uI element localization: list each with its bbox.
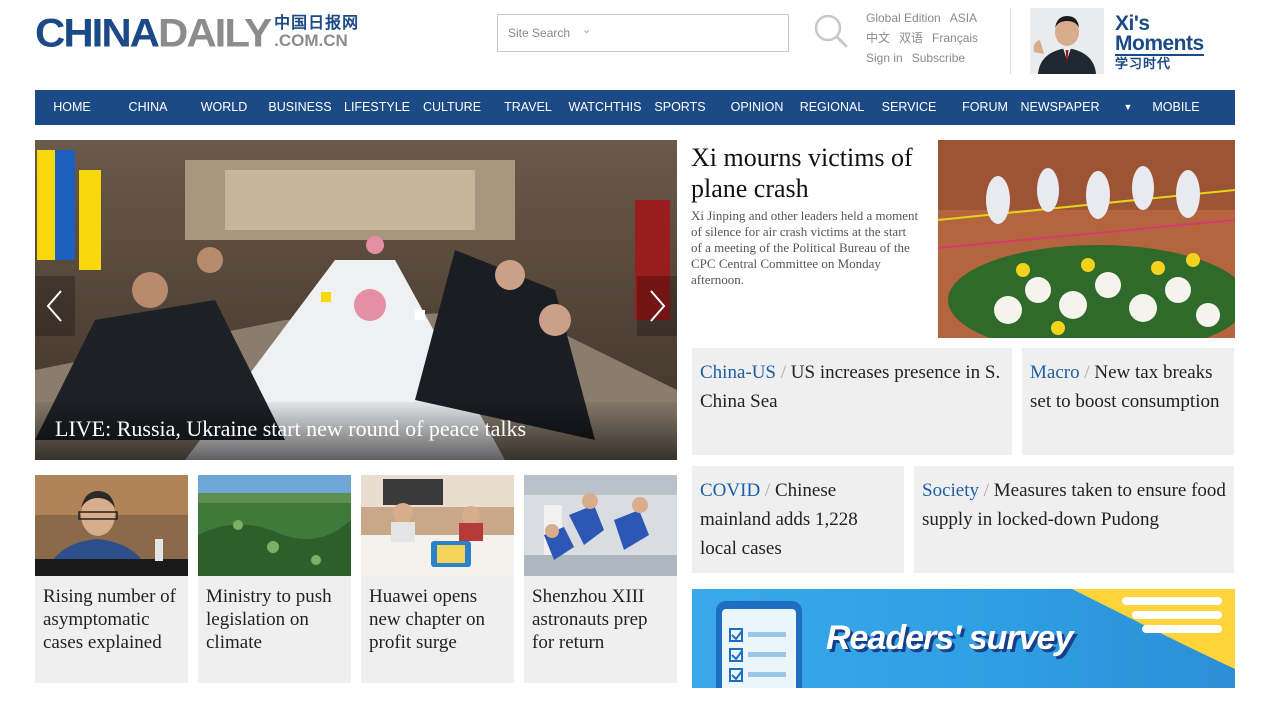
caret-down-icon[interactable]: ▼ [1118,90,1138,125]
chevron-right-icon[interactable] [637,276,677,336]
nav-mobile[interactable]: MOBILE [1147,90,1205,125]
card-image [524,475,677,576]
edition-row-2: 中文 双语 Français [866,28,987,48]
chinese-link[interactable]: 中文 [866,31,890,45]
xi-moments-link[interactable]: Xi's Moments 学习时代 [1115,12,1204,74]
card-title[interactable]: Shenzhou XIII astronauts prep for return [524,576,677,654]
site-logo[interactable]: CHINADAILY 中国日报网 .COM.CN [35,12,359,54]
news-box-covid[interactable]: COVID / Chinese mainland adds 1,228 loca… [692,466,904,573]
news-box-macro[interactable]: Macro / New tax breaks set to boost cons… [1022,348,1234,455]
box-separator: / [764,480,771,501]
top-story-image[interactable] [938,140,1235,338]
nav-forum[interactable]: FORUM [957,90,1013,125]
box-category[interactable]: China-US [700,362,776,383]
nav-lifestyle[interactable]: LIFESTYLE [342,90,412,125]
nav-sports[interactable]: SPORTS [650,90,710,125]
nav-business[interactable]: BUSINESS [267,90,333,125]
chevron-left-icon[interactable] [35,276,75,336]
asia-link[interactable]: ASIA [950,11,977,25]
news-card-shenzhou[interactable]: Shenzhou XIII astronauts prep for return [524,475,677,683]
card-title[interactable]: Rising number of asymptomatic cases expl… [35,576,188,654]
sign-in-link[interactable]: Sign in [866,51,903,65]
box-category[interactable]: Macro [1030,362,1080,383]
edition-row-1: Global Edition ASIA [866,8,987,28]
top-story-title[interactable]: Xi mourns victims of plane crash [691,142,921,204]
nav-service[interactable]: SERVICE [878,90,940,125]
main-nav: HOME CHINA WORLD BUSINESS LIFESTYLE CULT… [35,90,1235,125]
box-separator: / [780,362,787,383]
global-edition-link[interactable]: Global Edition [866,11,941,25]
news-box-china-us[interactable]: China-US / US increases presence in S. C… [692,348,1012,455]
nav-newspaper[interactable]: NEWSPAPER [1020,90,1100,125]
banner-text: Readers' survey [826,619,1073,657]
nav-opinion[interactable]: OPINION [725,90,789,125]
card-title[interactable]: Ministry to push legislation on climate [198,576,351,654]
nav-world[interactable]: WORLD [195,90,253,125]
readers-survey-banner[interactable]: Readers' survey [692,589,1235,688]
logo-wordmark: CHINADAILY [35,10,272,55]
edition-links: Global Edition ASIA 中文 双语 Français Sign in S… [866,8,987,68]
nav-watchthis[interactable]: WATCHTHIS [566,90,644,125]
subscribe-link[interactable]: Subscribe [912,51,965,65]
hero-slider[interactable]: LIVE: Russia, Ukraine start new round of… [35,140,677,460]
logo-side: 中国日报网 .COM.CN [274,14,359,50]
box-separator: / [983,480,990,501]
edition-row-3: Sign in Subscribe [866,48,987,68]
card-image [361,475,514,576]
box-category[interactable]: COVID [700,480,760,501]
xi-portrait[interactable] [1030,8,1104,74]
nav-travel[interactable]: TRAVEL [498,90,558,125]
chevron-down-icon[interactable]: ⌄ [582,23,591,36]
bilingual-link[interactable]: 双语 [899,31,923,45]
header-divider [1010,8,1011,74]
hero-caption[interactable]: LIVE: Russia, Ukraine start new round of… [35,402,677,460]
xi-moments-line2: Moments [1115,32,1204,56]
card-image [198,475,351,576]
box-category[interactable]: Society [922,480,979,501]
french-link[interactable]: Français [932,31,978,45]
card-image [35,475,188,576]
nav-china[interactable]: CHINA [119,90,177,125]
xi-moments-chinese: 学习时代 [1115,57,1172,72]
search-box: ⌄ [497,14,789,52]
card-title[interactable]: Huawei opens new chapter on profit surge [361,576,514,654]
nav-home[interactable]: HOME [43,90,101,125]
nav-regional[interactable]: REGIONAL [797,90,867,125]
nav-culture[interactable]: CULTURE [420,90,484,125]
top-story-summary: Xi Jinping and other leaders held a mome… [691,208,919,287]
logo-chinese: 中国日报网 [274,13,360,32]
news-box-society[interactable]: Society / Measures taken to ensure food … [914,466,1234,573]
xi-moments-line1: Xi's [1115,12,1150,35]
news-card-huawei[interactable]: Huawei opens new chapter on profit surge [361,475,514,683]
news-card-climate[interactable]: Ministry to push legislation on climate [198,475,351,683]
logo-china: CHINA [35,10,160,55]
news-card-asymptomatic[interactable]: Rising number of asymptomatic cases expl… [35,475,188,683]
search-icon[interactable] [812,12,850,50]
box-separator: / [1084,362,1090,383]
search-input[interactable] [498,15,788,51]
logo-daily: DAILY [158,10,272,55]
logo-domain: .COM.CN [274,31,348,50]
